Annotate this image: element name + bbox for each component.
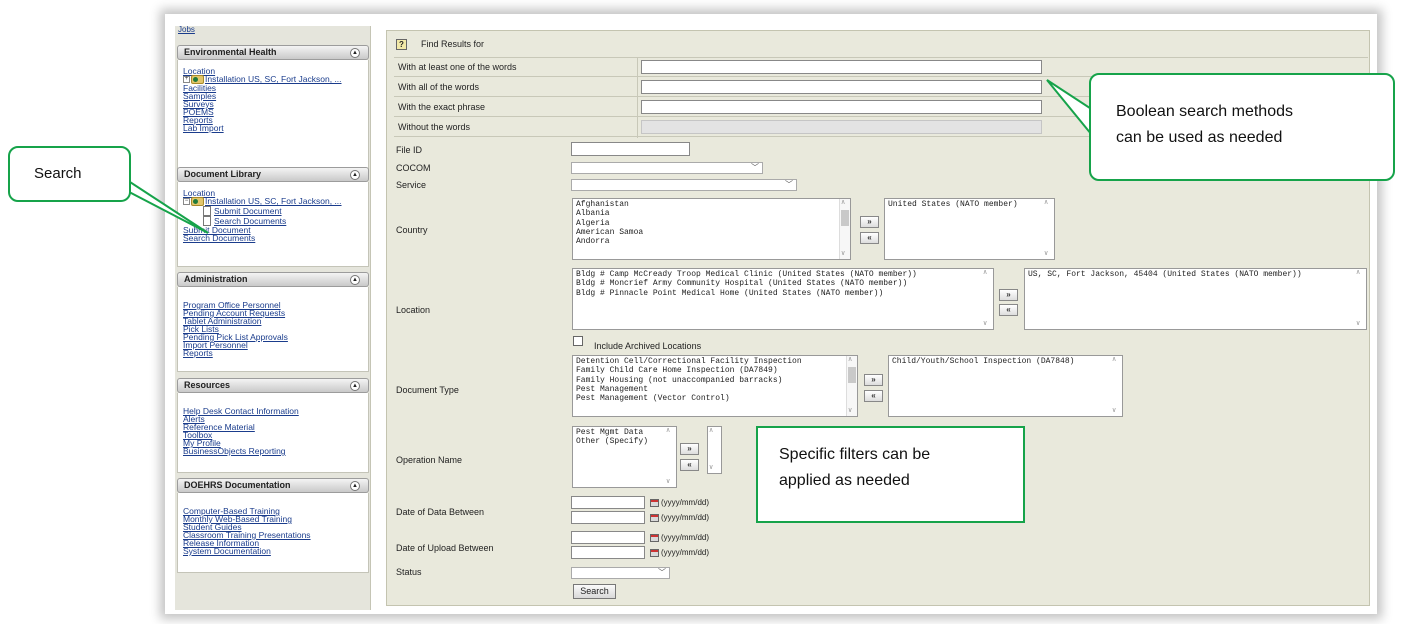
boolean-callout-line1: Boolean search methods [1116, 103, 1293, 120]
boolean-search-callout: Boolean search methods can be used as ne… [1089, 73, 1395, 181]
search-callout: Search [8, 146, 131, 202]
filters-callout-line1: Specific filters can be [779, 446, 931, 463]
filters-callout-line2: applied as needed [779, 472, 910, 489]
boolean-callout-line2: can be used as needed [1116, 129, 1283, 146]
filters-callout: Specific filters can be applied as neede… [756, 426, 1025, 523]
